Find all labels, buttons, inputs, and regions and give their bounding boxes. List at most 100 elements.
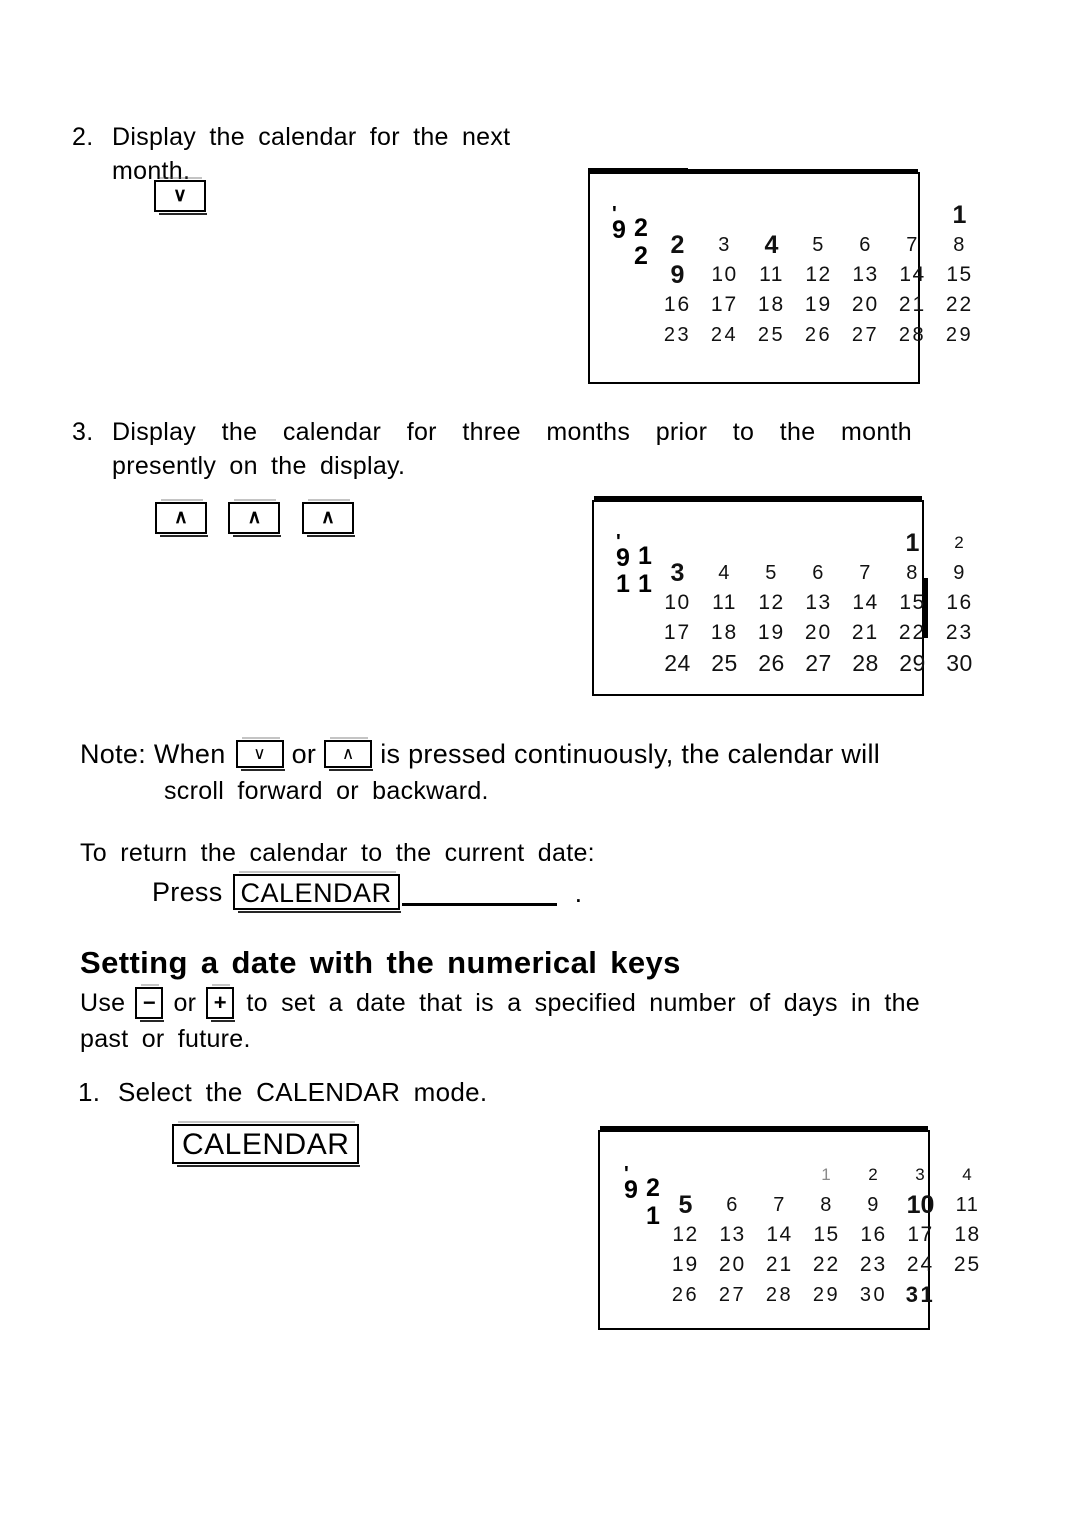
day-cell: 13 (805, 591, 832, 614)
up-arrow-key-2[interactable]: ∧ (228, 499, 282, 537)
month-digit-1: 1 (646, 1202, 660, 1230)
day-cell (701, 528, 748, 558)
day-cell (889, 200, 936, 230)
note-first-line: Note: When ∨ or ∧ is pressed continuousl… (80, 735, 950, 773)
day-cell: 3 (915, 1165, 926, 1184)
month-digit-1: 2 (634, 242, 648, 270)
day-cell: 15 (899, 591, 926, 614)
day-cell: 24 (906, 1253, 935, 1276)
day-cell: 17 (710, 293, 739, 316)
day-cell: 26 (758, 650, 785, 676)
day-cell: 6 (726, 1194, 739, 1216)
note-up-arrow-key[interactable]: ∧ (324, 737, 374, 771)
day-cell: 17 (663, 621, 692, 644)
day-cell: 20 (851, 293, 880, 316)
day-cell: 12 (672, 1223, 699, 1246)
day-cell: 8 (906, 562, 919, 584)
day-cell: 7 (859, 562, 872, 584)
day-cell (701, 200, 748, 230)
step-3-text: Display the calendar for three months pr… (112, 418, 912, 480)
note-or-label: or (291, 739, 317, 769)
day-cell: 16 (946, 591, 973, 614)
section-heading: Setting a date with the numerical keys (80, 945, 681, 980)
day-cell (748, 200, 795, 230)
press-calendar-row: Press CALENDAR . (152, 871, 583, 913)
calendar-key[interactable]: CALENDAR (232, 871, 401, 913)
day-cell: 11 (955, 1194, 980, 1216)
section-intro-first-line: Use − or + to set a date that is a speci… (80, 984, 920, 1022)
day-cell (795, 200, 842, 230)
day-cell: 9 (867, 1194, 880, 1216)
day-cell: 1 (952, 201, 967, 229)
display-nov-1991: ' 9 1 1 1 1 2 3 4 5 6 7 8 9 10 11 12 13 … (592, 496, 972, 696)
month-digit-2: 1 (638, 570, 652, 598)
display-screen: ' 9 2 2 1 2 3 4 5 6 7 8 9 10 11 12 13 14… (588, 172, 971, 384)
calendar-mode-key[interactable]: CALENDAR (172, 1121, 361, 1167)
day-cell: 14 (899, 263, 926, 286)
day-cell (756, 1160, 803, 1190)
display-feb-1992: ' 9 2 2 1 2 3 4 5 6 7 8 9 10 11 12 13 14… (588, 168, 971, 384)
up-arrow-key-3[interactable]: ∧ (301, 499, 355, 537)
day-cell: 31 (905, 1282, 936, 1307)
day-cell: 10 (711, 263, 738, 286)
day-cell: 24 (710, 324, 739, 346)
calendar-grid-nov-1991: 1 2 3 4 5 6 7 8 9 10 11 12 13 14 15 16 1… (654, 528, 983, 678)
day-cell: 9 (670, 261, 685, 289)
note-down-arrow-key[interactable]: ∨ (235, 737, 285, 771)
manual-page: 2. Display the calendar for the next mon… (0, 0, 1080, 1523)
day-cell: 26 (804, 324, 833, 346)
day-cell: 12 (758, 591, 785, 614)
day-cell: 29 (812, 1284, 841, 1306)
day-cell: 6 (859, 234, 872, 256)
step-1: 1. Select the CALENDAR mode. (78, 1075, 598, 1109)
display-screen: ' 9 2 1 1 2 3 4 5 6 7 8 9 10 11 12 13 14… (598, 1130, 979, 1330)
day-cell: 20 (804, 621, 833, 644)
day-cell: 10 (906, 1191, 935, 1219)
step-3-number: 3. (72, 418, 94, 446)
day-cell: 6 (812, 562, 825, 584)
day-cell (842, 528, 889, 558)
step-2-key-group: ∨ (154, 177, 207, 215)
day-cell: 23 (945, 621, 974, 644)
day-cell: 11 (759, 263, 784, 286)
day-cell: 9 (953, 562, 966, 584)
day-cell: 7 (906, 234, 919, 256)
day-cell: 17 (907, 1223, 934, 1246)
day-cell: 22 (898, 621, 927, 644)
day-cell: 24 (664, 650, 691, 676)
year-digit-1: 9 (612, 216, 626, 244)
day-cell (654, 528, 701, 558)
step-1-text: Select the CALENDAR mode. (118, 1077, 488, 1107)
day-cell: 18 (757, 293, 786, 316)
step-2-number: 2. (72, 123, 94, 151)
day-cell: 30 (946, 650, 973, 676)
day-cell: 11 (712, 591, 737, 614)
year-digit-1: 9 (616, 544, 630, 572)
day-cell (842, 200, 889, 230)
day-cell: 22 (812, 1253, 841, 1276)
display-screen: ' 9 1 1 1 1 2 3 4 5 6 7 8 9 10 11 12 13 … (592, 500, 972, 696)
day-cell: 15 (813, 1223, 840, 1246)
day-cell: 29 (899, 650, 926, 676)
day-cell: 5 (678, 1191, 693, 1219)
day-cell: 21 (765, 1253, 794, 1276)
return-instruction: To return the calendar to the current da… (80, 839, 595, 867)
down-arrow-key[interactable]: ∨ (154, 177, 207, 215)
day-cell: 14 (852, 591, 879, 614)
period-mark: . (574, 878, 583, 908)
day-cell: 18 (710, 621, 739, 644)
day-cell (662, 1160, 709, 1190)
plus-key[interactable]: + (206, 984, 236, 1022)
day-cell: 22 (945, 293, 974, 316)
press-label: Press (152, 877, 223, 907)
day-cell: 26 (671, 1284, 700, 1306)
display-jan-1992: ' 9 2 1 1 2 3 4 5 6 7 8 9 10 11 12 13 14… (598, 1126, 979, 1330)
day-cell: 27 (805, 650, 832, 676)
note-block: Note: When ∨ or ∧ is pressed continuousl… (80, 735, 950, 809)
day-cell: 19 (757, 621, 786, 644)
day-cell: 21 (851, 621, 880, 644)
up-arrow-key-1[interactable]: ∧ (155, 499, 208, 537)
note-second-line: scroll forward or backward. (164, 777, 489, 805)
minus-key[interactable]: − (135, 984, 165, 1022)
day-cell: 18 (954, 1223, 981, 1246)
